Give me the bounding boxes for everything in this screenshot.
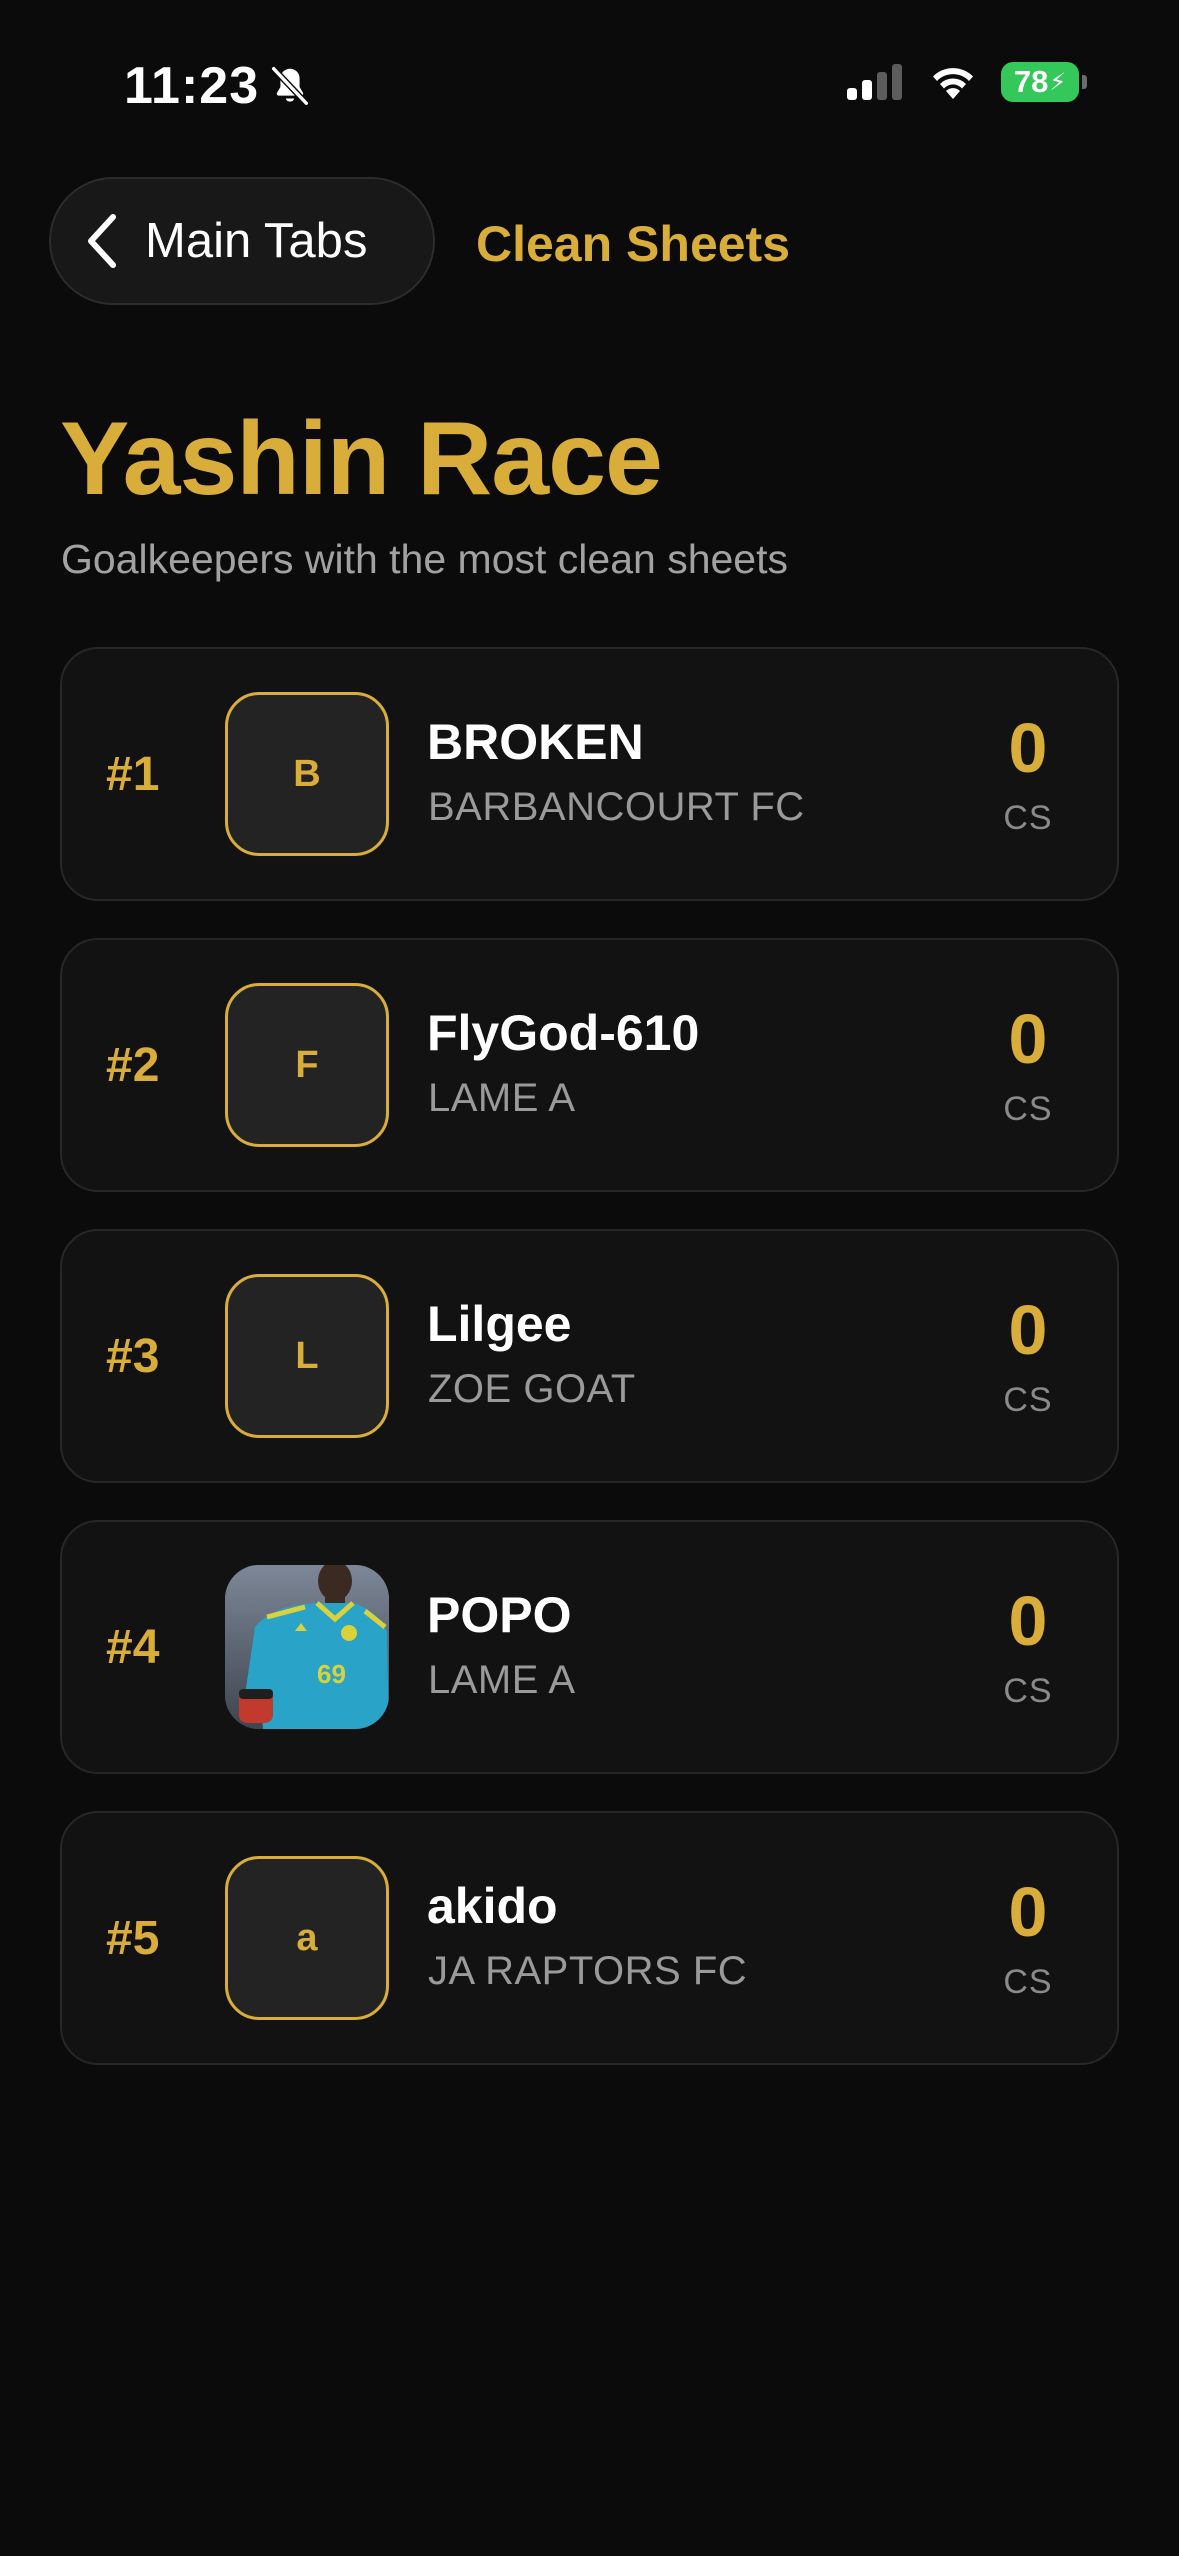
club-name: ZOE GOAT	[428, 1367, 636, 1411]
stat-unit: CS	[1003, 1381, 1053, 1419]
clean-sheets-count: 0	[1008, 709, 1048, 787]
bolt-icon: ⚡	[1049, 68, 1067, 96]
rank-label: #3	[106, 1329, 160, 1383]
avatar: B	[225, 692, 389, 856]
leaderboard-row[interactable]: #5 a akido JA RAPTORS FC 0 CS	[60, 1811, 1119, 2065]
page-subtitle: Goalkeepers with the most clean sheets	[61, 536, 788, 582]
battery-level: 78	[1013, 64, 1049, 99]
player-name: akido	[427, 1878, 558, 1934]
clean-sheets-count: 0	[1008, 1000, 1048, 1078]
stat-unit: CS	[1003, 799, 1053, 837]
status-bar: 11:23 78 ⚡	[0, 0, 1179, 150]
back-button-label: Main Tabs	[145, 214, 368, 268]
navigation-bar: Main Tabs Clean Sheets	[0, 175, 1179, 310]
player-name: FlyGod-610	[427, 1005, 700, 1061]
stat-unit: CS	[1003, 1090, 1053, 1128]
leaderboard-row[interactable]: #3 L Lilgee ZOE GOAT 0 CS	[60, 1229, 1119, 1483]
clean-sheets-count: 0	[1008, 1873, 1048, 1951]
club-name: LAME A	[428, 1658, 576, 1702]
player-photo: 69	[225, 1565, 389, 1729]
avatar: F	[225, 983, 389, 1147]
stat-unit: CS	[1003, 1963, 1053, 2001]
player-name: Lilgee	[427, 1296, 572, 1352]
clean-sheets-count: 0	[1008, 1291, 1048, 1369]
battery-cap	[1082, 75, 1087, 89]
status-time: 11:23	[124, 57, 260, 115]
svg-text:69: 69	[317, 1659, 346, 1689]
wifi-icon	[933, 68, 973, 99]
status-right: 78 ⚡	[847, 62, 1087, 102]
stat-unit: CS	[1003, 1672, 1053, 1710]
rank-label: #1	[106, 747, 160, 801]
page-title: Yashin Race	[60, 401, 663, 517]
chevron-left-icon	[88, 214, 116, 268]
player-name: POPO	[427, 1587, 572, 1643]
club-name: JA RAPTORS FC	[428, 1949, 748, 1993]
clean-sheets-count: 0	[1008, 1582, 1048, 1660]
avatar: L	[225, 1274, 389, 1438]
battery-charging-icon: 78 ⚡	[1001, 62, 1087, 102]
club-name: LAME A	[428, 1076, 576, 1120]
nav-title: Clean Sheets	[476, 216, 791, 272]
rank-label: #4	[106, 1620, 160, 1674]
player-name: BROKEN	[427, 714, 644, 770]
status-time-group: 11:23	[124, 56, 313, 116]
club-name: BARBANCOURT FC	[428, 785, 805, 829]
avatar: a	[225, 1856, 389, 2020]
rank-label: #5	[106, 1911, 160, 1965]
leaderboard-row[interactable]: #1 B BROKEN BARBANCOURT FC 0 CS	[60, 647, 1119, 901]
bell-slash-icon	[271, 66, 309, 106]
leaderboard-row[interactable]: #2 F FlyGod-610 LAME A 0 CS	[60, 938, 1119, 1192]
player-photo-image: 69	[225, 1565, 389, 1729]
cellular-signal-icon	[847, 64, 902, 100]
rank-label: #2	[106, 1038, 160, 1092]
leaderboard-row[interactable]: #4 69 POPO LAME A 0 CS	[60, 1520, 1119, 1774]
leaderboard-list: #1 B BROKEN BARBANCOURT FC 0 CS #2 F Fly…	[60, 647, 1119, 2102]
back-button[interactable]: Main Tabs	[49, 177, 435, 305]
